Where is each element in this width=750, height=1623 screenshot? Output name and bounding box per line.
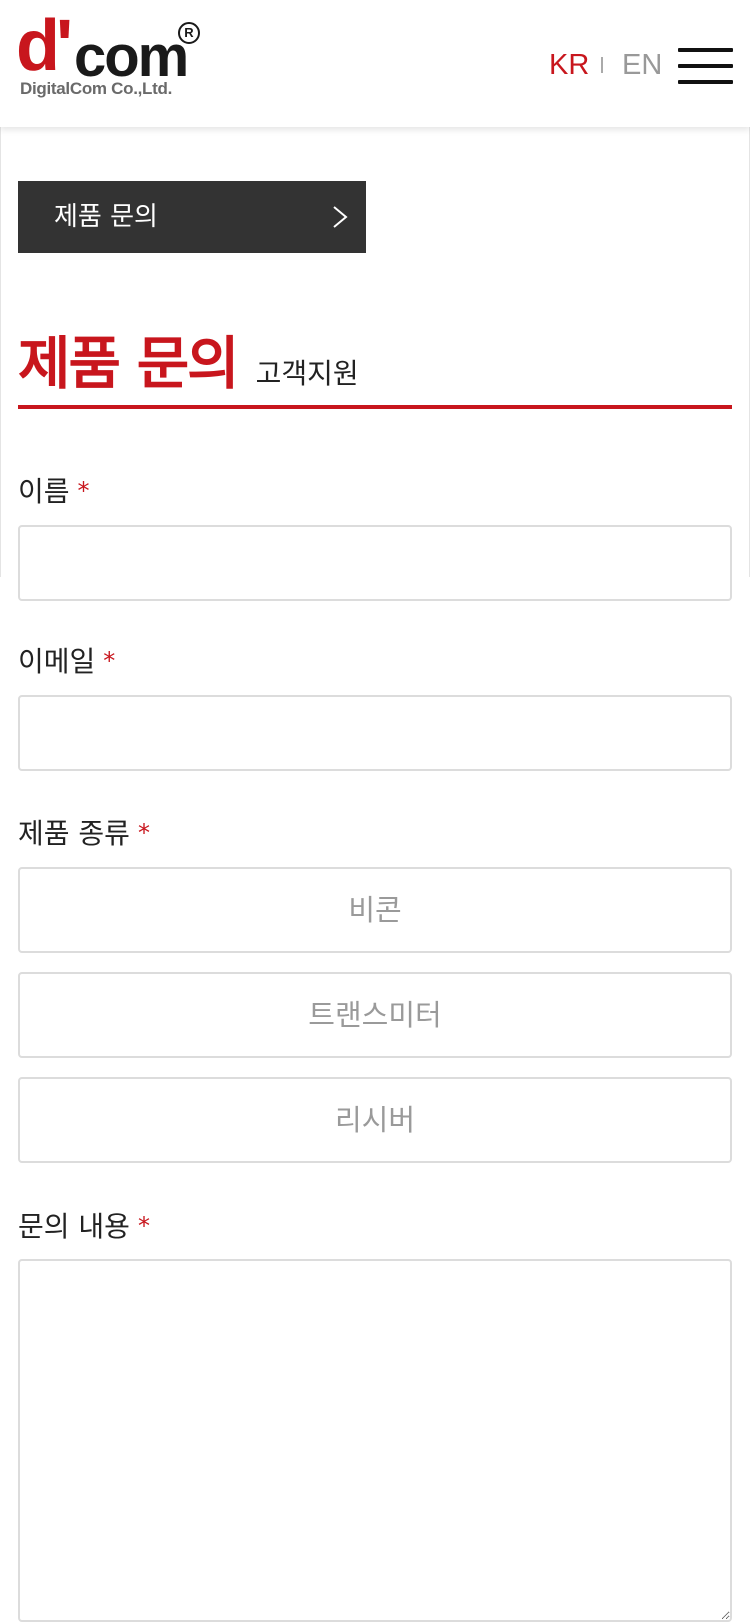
email-input[interactable] [18,695,732,771]
logo-mark-d: d' [16,6,73,86]
name-label-text: 이름 [18,475,70,508]
hamburger-menu-icon[interactable] [678,48,733,84]
breadcrumb-dropdown[interactable]: 제품 문의 [18,181,366,253]
message-textarea[interactable] [18,1259,732,1622]
required-mark: * [137,1212,150,1240]
product-type-label: 제품 종류 * [18,812,150,852]
product-type-label-text: 제품 종류 [18,817,130,850]
product-option-transmitter[interactable]: 트랜스미터 [18,972,732,1058]
required-mark: * [137,819,150,847]
page-title: 제품 문의 [18,331,240,397]
lang-en-link[interactable]: EN [622,48,662,82]
logo-company-name: DigitalCom Co.,Ltd. [20,79,173,98]
page-subtitle: 고객지원 [255,357,359,390]
hamburger-bar [678,64,733,68]
lang-divider [601,57,603,73]
required-mark: * [77,477,90,505]
content-border-left [0,127,1,577]
product-option-receiver[interactable]: 리시버 [18,1077,732,1163]
name-input[interactable] [18,525,732,601]
breadcrumb-label: 제품 문의 [54,202,158,232]
message-label: 문의 내용 * [18,1205,150,1245]
email-label-text: 이메일 [18,645,96,678]
registered-mark-icon: R [178,22,200,44]
message-label-text: 문의 내용 [18,1210,130,1243]
email-label: 이메일 * [18,640,115,680]
hamburger-bar [678,48,733,52]
logo-mark-com: com [74,24,189,89]
hamburger-bar [678,80,733,84]
chevron-right-icon [333,206,348,228]
name-label: 이름 * [18,470,90,510]
lang-kr-link[interactable]: KR [549,48,589,82]
site-header: d' com R DigitalCom Co.,Ltd. KR EN [0,0,750,127]
dcom-logo[interactable]: d' com R DigitalCom Co.,Ltd. [16,10,206,104]
required-mark: * [103,647,116,675]
page-title-row: 제품 문의 고객지원 [18,318,359,397]
product-option-beacon[interactable]: 비콘 [18,867,732,953]
title-underline [18,405,732,409]
